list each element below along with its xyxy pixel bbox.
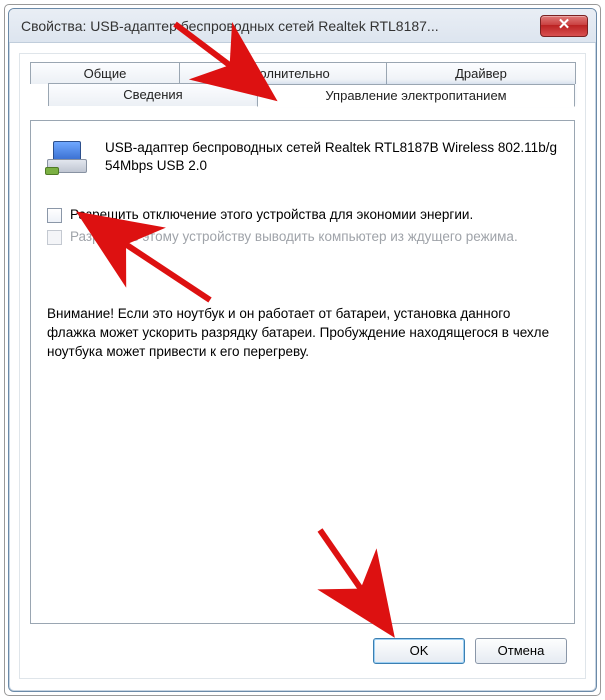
dialog-button-bar: OK Отмена	[373, 638, 567, 664]
properties-dialog: Свойства: USB-адаптер беспроводных сетей…	[8, 8, 597, 692]
warning-text: Внимание! Если это ноутбук и он работает…	[47, 305, 558, 362]
device-icon	[47, 139, 91, 179]
tab-power-management[interactable]: Управление электропитанием	[257, 84, 575, 107]
tab-general[interactable]: Общие	[30, 62, 180, 84]
ok-button[interactable]: OK	[373, 638, 465, 664]
close-icon: ✕	[558, 16, 571, 33]
tab-details[interactable]: Сведения	[48, 83, 258, 106]
tab-strip: Общие Дополнительно Драйвер Сведения Упр…	[30, 62, 575, 122]
tab-page-power: USB-адаптер беспроводных сетей Realtek R…	[30, 120, 575, 624]
checkbox-allow-wake-row: Разрешить этому устройству выводить комп…	[47, 229, 558, 245]
window-title: Свойства: USB-адаптер беспроводных сетей…	[21, 18, 540, 34]
tab-advanced[interactable]: Дополнительно	[179, 62, 387, 84]
device-name: USB-адаптер беспроводных сетей Realtek R…	[105, 139, 558, 175]
tab-driver[interactable]: Драйвер	[386, 62, 576, 84]
close-button[interactable]: ✕	[540, 15, 588, 37]
checkbox-allow-power-off-label: Разрешить отключение этого устройства дл…	[70, 207, 473, 222]
checkbox-allow-power-off[interactable]	[47, 208, 62, 223]
checkbox-allow-wake-label: Разрешить этому устройству выводить комп…	[70, 229, 518, 244]
cancel-button[interactable]: Отмена	[475, 638, 567, 664]
checkbox-allow-power-off-row[interactable]: Разрешить отключение этого устройства дл…	[47, 207, 558, 223]
checkbox-allow-wake	[47, 230, 62, 245]
client-area: Общие Дополнительно Драйвер Сведения Упр…	[19, 53, 586, 679]
title-bar[interactable]: Свойства: USB-адаптер беспроводных сетей…	[9, 9, 596, 43]
